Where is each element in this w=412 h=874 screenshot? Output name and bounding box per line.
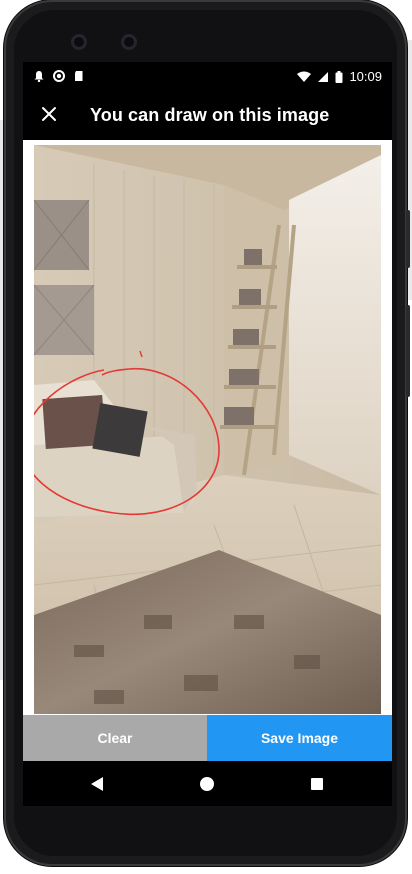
home-circle-icon [200,777,214,791]
nav-back-button[interactable] [86,773,108,795]
close-icon [42,107,56,121]
nav-home-button[interactable] [196,773,218,795]
power-button [406,210,410,268]
page-title: You can draw on this image [90,105,330,125]
battery-icon [335,70,343,83]
status-time: 10:09 [349,69,382,84]
status-bar: 10:09 [23,62,392,92]
drawing-canvas[interactable] [23,140,392,715]
circle-status-icon [53,70,65,82]
clear-button[interactable]: Clear [23,715,207,761]
status-left-icons [33,70,85,82]
front-camera-left [71,34,87,50]
front-camera-right [121,34,137,50]
room-image[interactable] [34,145,381,714]
cellular-signal-icon [318,71,329,82]
app-bar: You can draw on this image [23,96,392,136]
status-right-icons: 10:09 [297,69,382,84]
nav-recents-button[interactable] [306,773,328,795]
system-nav-bar [23,761,392,806]
volume-button [406,305,410,397]
save-image-button[interactable]: Save Image [207,715,392,761]
room-image-illustration [34,145,381,714]
wifi-icon [297,71,312,82]
recents-square-icon [311,778,323,790]
close-button[interactable] [37,102,61,126]
action-button-row: Clear Save Image [23,715,392,761]
device-screen: 10:09 You can draw on this image Clear S… [23,62,392,806]
sd-card-icon [75,71,83,81]
back-triangle-icon [91,777,103,791]
notification-bell-icon [34,71,44,82]
